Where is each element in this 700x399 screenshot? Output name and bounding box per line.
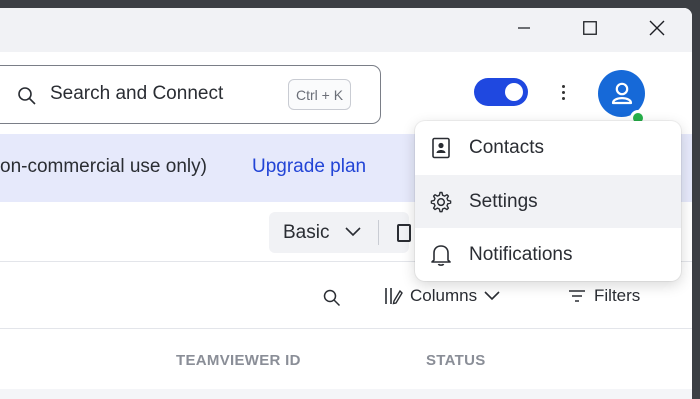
menu-item-label: Contacts [469, 137, 544, 158]
profile-dropdown-menu: Contacts Settings Notifications [415, 121, 681, 281]
maximize-icon [583, 21, 597, 35]
search-input[interactable]: Search and Connect Ctrl + K [0, 65, 381, 124]
search-icon [18, 87, 36, 105]
view-mode-label: Basic [283, 222, 330, 243]
columns-label: Columns [410, 286, 478, 305]
more-options-button[interactable] [552, 78, 574, 106]
minimize-icon [518, 27, 530, 29]
user-icon [611, 82, 632, 104]
table-header-row: TEAMVIEWER ID STATUS [0, 329, 692, 389]
minimize-button[interactable] [501, 8, 547, 48]
menu-item-label: Notifications [469, 244, 573, 265]
chevron-down-icon [345, 227, 361, 237]
close-icon [649, 20, 665, 36]
banner-text: on-commercial use only) [0, 156, 207, 177]
view-mode-select[interactable]: Basic [269, 212, 411, 253]
columns-icon [385, 288, 403, 305]
search-icon[interactable] [323, 289, 341, 307]
filter-icon [569, 290, 585, 302]
close-button[interactable] [634, 8, 680, 48]
menu-item-settings[interactable]: Settings [415, 175, 681, 228]
table-body [0, 389, 692, 399]
filters-button[interactable]: Filters [568, 286, 640, 306]
menu-item-label: Settings [469, 191, 538, 212]
menu-item-contacts[interactable]: Contacts [415, 121, 681, 174]
gear-icon [429, 190, 453, 214]
connection-toggle[interactable] [474, 78, 528, 106]
search-placeholder: Search and Connect [50, 83, 224, 104]
chevron-down-icon [484, 291, 500, 301]
title-bar [0, 8, 692, 52]
panel-layout-icon[interactable] [397, 224, 411, 242]
menu-item-notifications[interactable]: Notifications [415, 228, 681, 281]
bell-icon [429, 243, 453, 267]
columns-button[interactable]: Columns [382, 286, 501, 306]
kebab-dot [561, 96, 565, 100]
maximize-button[interactable] [567, 8, 613, 48]
upgrade-plan-link[interactable]: Upgrade plan [252, 156, 366, 178]
search-shortcut-badge: Ctrl + K [288, 79, 352, 110]
filters-label: Filters [594, 286, 641, 305]
toggle-knob [505, 83, 523, 101]
divider [378, 220, 379, 245]
kebab-menu-icon [561, 84, 565, 88]
column-header-status[interactable]: STATUS [426, 352, 486, 369]
column-header-teamviewer-id[interactable]: TEAMVIEWER ID [176, 352, 301, 369]
contacts-icon [429, 136, 453, 160]
kebab-dot [561, 90, 565, 94]
